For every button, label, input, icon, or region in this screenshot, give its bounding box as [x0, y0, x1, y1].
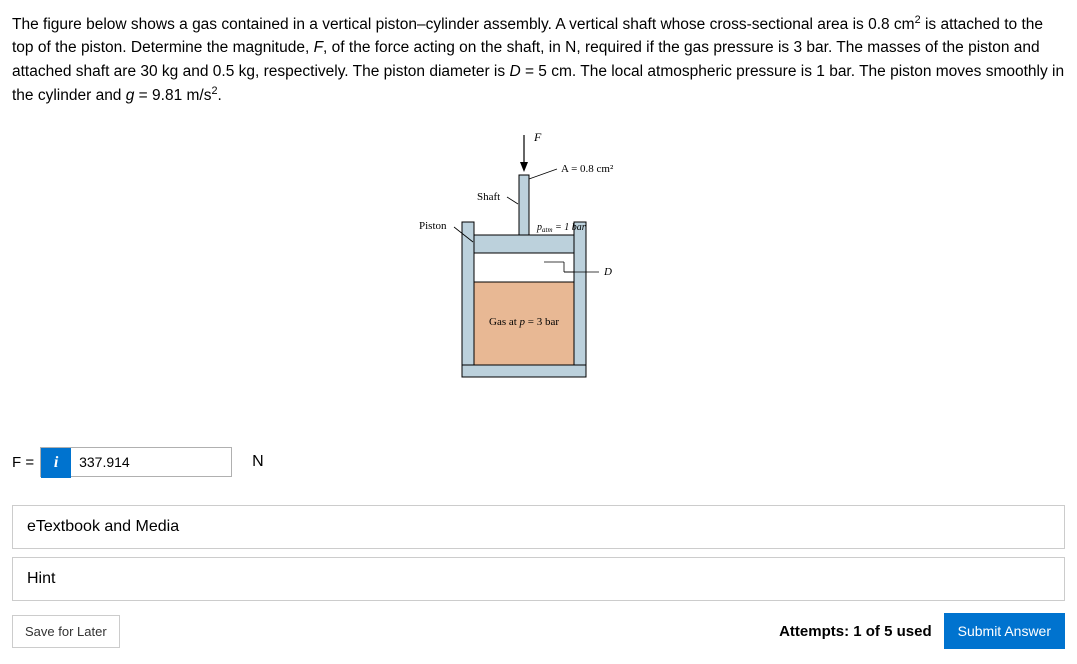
svg-text:Gas at p = 3 bar: Gas at p = 3 bar [489, 316, 559, 328]
svg-text:patm = 1 bar: patm = 1 bar [536, 222, 586, 234]
svg-text:D: D [603, 266, 612, 278]
unit-label: N [252, 453, 264, 471]
piston-cylinder-diagram: F A = 0.8 cm² Shaft Piston patm = 1 bar [399, 127, 679, 387]
svg-text:F: F [533, 130, 542, 144]
etextbook-row[interactable]: eTextbook and Media [12, 505, 1065, 549]
info-icon[interactable]: i [41, 448, 71, 478]
submit-answer-button[interactable]: Submit Answer [944, 613, 1065, 649]
force-value-input[interactable] [71, 448, 231, 476]
attempts-text: Attempts: 1 of 5 used [779, 623, 932, 640]
save-for-later-button[interactable]: Save for Later [12, 615, 120, 648]
problem-statement: The figure below shows a gas contained i… [12, 12, 1065, 107]
diagram-container: F A = 0.8 cm² Shaft Piston patm = 1 bar [12, 127, 1065, 387]
hint-row[interactable]: Hint [12, 557, 1065, 601]
footer-row: Save for Later Attempts: 1 of 5 used Sub… [12, 613, 1065, 649]
svg-text:Shaft: Shaft [477, 191, 500, 203]
answer-input-wrap: i [40, 447, 232, 477]
answer-row: F = i N [12, 447, 1065, 477]
svg-text:A = 0.8 cm²: A = 0.8 cm² [561, 163, 614, 175]
answer-prefix: F = [12, 454, 34, 471]
svg-text:Piston: Piston [419, 220, 447, 232]
